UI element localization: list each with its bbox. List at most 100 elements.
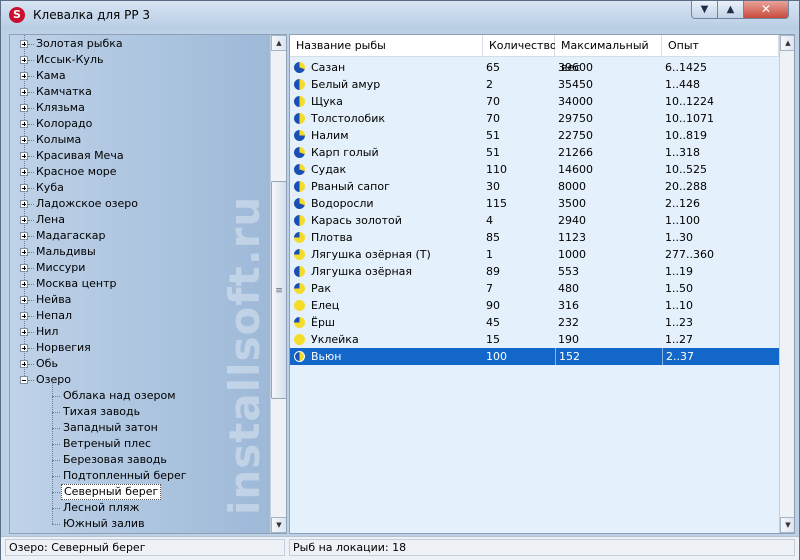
maximize-button[interactable]: ▲ bbox=[717, 1, 744, 19]
close-button[interactable]: ✕ bbox=[743, 1, 789, 19]
expand-icon[interactable] bbox=[20, 120, 28, 128]
expand-icon[interactable] bbox=[20, 232, 28, 240]
expand-icon[interactable] bbox=[20, 328, 28, 336]
tree-item-label: Облака над озером bbox=[63, 389, 176, 402]
scroll-up-button[interactable]: ▲ bbox=[271, 35, 286, 51]
tree-item-label: Мадагаскар bbox=[36, 229, 106, 242]
status-location: Озеро: Северный берег bbox=[5, 539, 285, 556]
expand-icon[interactable] bbox=[20, 216, 28, 224]
title-bar[interactable]: S Клевалка для РР 3 ▼ ▲ ✕ bbox=[1, 1, 799, 29]
expand-icon[interactable] bbox=[20, 56, 28, 64]
tree-item-lake[interactable]: Клязьма bbox=[10, 100, 268, 116]
chevron-down-icon: ▼ bbox=[700, 4, 709, 15]
tree-item-label: Лесной пляж bbox=[63, 501, 140, 514]
bite-time-icon bbox=[294, 164, 305, 175]
table-row[interactable]: Ёрш 45 232 1..23 bbox=[290, 314, 788, 331]
expand-icon[interactable] bbox=[20, 280, 28, 288]
table-row[interactable]: Белый амур 2 35450 1..448 bbox=[290, 76, 788, 93]
bite-time-icon bbox=[294, 181, 305, 192]
table-cell-name: Уклейка bbox=[311, 333, 359, 346]
table-cell-max: 2940 bbox=[558, 214, 586, 227]
expand-icon[interactable] bbox=[20, 136, 28, 144]
expand-icon[interactable] bbox=[20, 312, 28, 320]
table-cell-max: 553 bbox=[558, 265, 579, 278]
tree-item-lake[interactable]: Колыма bbox=[10, 132, 268, 148]
table-cell-exp: 277..360 bbox=[665, 248, 714, 261]
table-row[interactable]: Толстолобик 70 29750 10..1071 bbox=[290, 110, 788, 127]
table-cell-max: 34000 bbox=[558, 95, 593, 108]
location-tree-panel: Золотая рыбка Иссык-Куль Кама Камчатка Клязь… bbox=[9, 34, 287, 534]
expand-icon[interactable] bbox=[20, 248, 28, 256]
table-cell-max: 316 bbox=[558, 299, 579, 312]
tree-item-label: Колыма bbox=[36, 133, 82, 146]
table-row[interactable]: Водоросли 115 3500 2..126 bbox=[290, 195, 788, 212]
table-cell-count: 110 bbox=[486, 163, 507, 176]
table-row[interactable]: Рваный сапог 30 8000 20..288 bbox=[290, 178, 788, 195]
table-row[interactable]: Лягушка озёрная (Т) 1 1000 277..360 bbox=[290, 246, 788, 263]
table-cell-count: 90 bbox=[486, 299, 500, 312]
tree-connector bbox=[52, 524, 60, 525]
table-cell-name: Карп голый bbox=[311, 146, 379, 159]
app-logo-icon: S bbox=[9, 7, 25, 23]
table-row[interactable]: Карась золотой 4 2940 1..100 bbox=[290, 212, 788, 229]
table-cell-max: 190 bbox=[558, 333, 579, 346]
expand-icon[interactable] bbox=[20, 344, 28, 352]
expand-icon[interactable] bbox=[20, 104, 28, 112]
expand-icon[interactable] bbox=[20, 168, 28, 176]
column-header-name[interactable]: Название рыбы bbox=[290, 35, 483, 57]
tree-item-lake[interactable]: Золотая рыбка bbox=[10, 36, 268, 52]
expand-icon[interactable] bbox=[20, 200, 28, 208]
expand-icon[interactable] bbox=[20, 72, 28, 80]
table-row[interactable]: Судак 110 14600 10..525 bbox=[290, 161, 788, 178]
scroll-thumb[interactable]: ≡ bbox=[271, 181, 286, 399]
tree-connector bbox=[52, 444, 60, 445]
expand-icon[interactable] bbox=[20, 152, 28, 160]
scroll-down-button[interactable]: ▼ bbox=[780, 517, 794, 533]
app-window: S Клевалка для РР 3 ▼ ▲ ✕ Золотая рыбка И… bbox=[0, 0, 800, 560]
table-cell-count: 7 bbox=[486, 282, 493, 295]
tree-item-lake[interactable]: Камчатка bbox=[10, 84, 268, 100]
expand-icon[interactable] bbox=[20, 184, 28, 192]
table-row[interactable]: Елец 90 316 1..10 bbox=[290, 297, 788, 314]
column-header-experience[interactable]: Опыт bbox=[662, 35, 779, 57]
tree-item-lake[interactable]: Иссык-Куль bbox=[10, 52, 268, 68]
tree-item-spot[interactable]: Южный залив bbox=[10, 516, 268, 532]
table-row[interactable]: Лягушка озёрная 89 553 1..19 bbox=[290, 263, 788, 280]
table-row[interactable]: Карп голый 51 21266 1..318 bbox=[290, 144, 788, 161]
tree-item-label: Нил bbox=[36, 325, 59, 338]
bite-time-icon bbox=[294, 113, 305, 124]
expand-icon[interactable] bbox=[20, 360, 28, 368]
table-row[interactable]: Рак 7 480 1..50 bbox=[290, 280, 788, 297]
collapse-icon[interactable] bbox=[20, 376, 28, 384]
column-header-count[interactable]: Количество bbox=[483, 35, 557, 57]
expand-icon[interactable] bbox=[20, 88, 28, 96]
scroll-down-button[interactable]: ▼ bbox=[271, 517, 286, 533]
expand-icon[interactable] bbox=[20, 40, 28, 48]
table-row[interactable]: Плотва 85 1123 1..30 bbox=[290, 229, 788, 246]
column-header-max-weight[interactable]: Максимальный вес bbox=[555, 35, 662, 74]
tree-item-lake[interactable]: Колорадо bbox=[10, 116, 268, 132]
table-cell-count: 65 bbox=[486, 61, 500, 74]
table-cell-count: 1 bbox=[486, 248, 493, 261]
table-cell-exp: 1..100 bbox=[665, 214, 700, 227]
tree-item-label: Подтопленный берег bbox=[63, 469, 187, 482]
tree-scrollbar[interactable]: ▲ ≡ ▼ bbox=[270, 35, 286, 533]
table-cell-name: Плотва bbox=[311, 231, 353, 244]
scroll-up-button[interactable]: ▲ bbox=[780, 35, 794, 51]
tree-item-lake[interactable]: Кама bbox=[10, 68, 268, 84]
table-row[interactable]: Щука 70 34000 10..1224 bbox=[290, 93, 788, 110]
minimize-button[interactable]: ▼ bbox=[691, 1, 718, 19]
table-scrollbar[interactable]: ▲ ▼ bbox=[779, 35, 794, 533]
table-cell-max: 14600 bbox=[558, 163, 593, 176]
table-cell-max: 480 bbox=[558, 282, 579, 295]
tree-connector bbox=[52, 460, 60, 461]
expand-icon[interactable] bbox=[20, 296, 28, 304]
table-row-selected[interactable]: Вьюн 100 152 2..37 bbox=[290, 348, 788, 365]
expand-icon[interactable] bbox=[20, 264, 28, 272]
table-row[interactable]: Налим 51 22750 10..819 bbox=[290, 127, 788, 144]
tree-item-label: Непал bbox=[36, 309, 73, 322]
tree-item-label: Золотая рыбка bbox=[36, 37, 123, 50]
table-cell-exp: 10..1071 bbox=[665, 112, 714, 125]
table-row[interactable]: Уклейка 15 190 1..27 bbox=[290, 331, 788, 348]
table-row[interactable]: Сазан 65 39600 6..1425 bbox=[290, 59, 788, 76]
